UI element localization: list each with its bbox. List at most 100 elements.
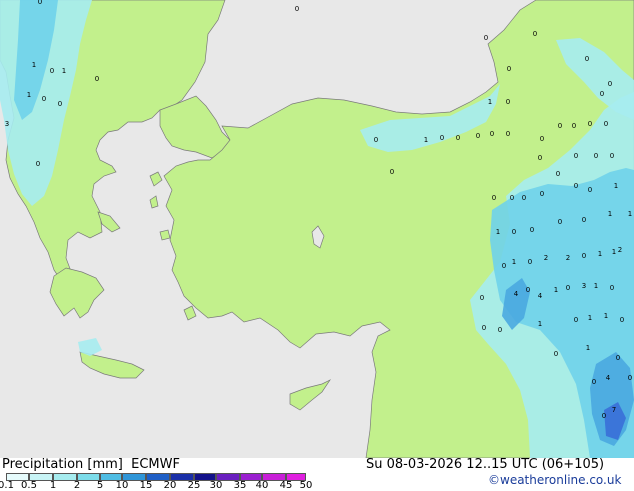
point-value: 1 [538, 320, 542, 328]
point-value: 0 [42, 95, 46, 103]
point-value: 0 [574, 316, 578, 324]
point-value: 0 [616, 354, 620, 362]
point-value: 0 [295, 5, 299, 13]
point-value: 0 [600, 90, 604, 98]
map-footer: Precipitation [mm] ECMWF Su 08-03-2026 1… [0, 457, 634, 491]
point-value: 3 [5, 120, 9, 128]
point-value: 0 [554, 350, 558, 358]
point-value: 1 [27, 91, 31, 99]
point-value: 0 [540, 190, 544, 198]
point-value: 1 [496, 228, 500, 236]
legend-label: 45 [279, 480, 293, 491]
point-value: 3 [582, 282, 586, 290]
precipitation-map: 000 010 101 030000000 0 01 00 00 0 0 00 0 0000 000 10 0… [0, 0, 634, 458]
point-value: 0 [602, 412, 606, 420]
forecast-datetime: Su 08-03-2026 12..15 UTC (06+105) [366, 457, 605, 472]
point-value: 0 [482, 324, 486, 332]
point-value: 1 [554, 286, 558, 294]
legend-label: 20 [163, 480, 177, 491]
samos-land [159, 229, 171, 241]
point-value: 0 [628, 374, 632, 382]
point-value: 0 [585, 55, 589, 63]
point-value: 0 [566, 284, 570, 292]
point-value: 0 [582, 216, 586, 224]
point-value: 0 [540, 135, 544, 143]
point-value: 4 [538, 292, 543, 300]
legend-label: 0.1 [0, 480, 14, 491]
point-value: 1 [614, 182, 618, 190]
point-value: 0 [95, 75, 99, 83]
legend-label: 30 [209, 480, 223, 491]
point-value: 0 [374, 136, 378, 144]
point-value: 2 [618, 246, 622, 254]
point-value: 0 [572, 122, 576, 130]
point-value: 0 [538, 154, 542, 162]
point-value: 0 [390, 168, 394, 176]
point-value: 1 [424, 136, 428, 144]
point-value: 0 [498, 326, 502, 334]
point-value: 0 [574, 152, 578, 160]
point-value: 0 [38, 0, 42, 6]
point-value: 1 [594, 282, 598, 290]
point-value: 0 [533, 30, 537, 38]
legend-label: 40 [255, 480, 269, 491]
point-value: 0 [592, 378, 596, 386]
point-value: 0 [526, 286, 530, 294]
point-value: 0 [476, 132, 480, 140]
point-value: 2 [544, 254, 548, 262]
point-value: 1 [588, 314, 592, 322]
point-value: 0 [610, 152, 614, 160]
legend-label: 15 [139, 480, 153, 491]
point-value: 0 [490, 130, 494, 138]
point-value: 0 [440, 134, 444, 142]
point-value: 0 [574, 182, 578, 190]
legend-label: 35 [233, 480, 247, 491]
point-value: 0 [456, 134, 460, 142]
point-value: 1 [488, 98, 492, 106]
point-value: 1 [612, 248, 616, 256]
point-value: 0 [608, 80, 612, 88]
point-value: 0 [582, 252, 586, 260]
point-value: 0 [588, 186, 592, 194]
point-value: 0 [604, 120, 608, 128]
point-value: 0 [610, 284, 614, 292]
point-value: 0 [558, 218, 562, 226]
point-value: 0 [588, 120, 592, 128]
legend-label: 50 [299, 480, 313, 491]
point-value: 2 [566, 254, 570, 262]
point-value: 0 [506, 98, 510, 106]
point-value: 4 [606, 374, 611, 382]
point-value: 1 [608, 210, 612, 218]
point-value: 0 [556, 170, 560, 178]
legend-label: 2 [73, 480, 81, 491]
point-value: 0 [36, 160, 40, 168]
point-value: 1 [628, 210, 632, 218]
credit-link[interactable]: ©weatheronline.co.uk [488, 473, 621, 487]
point-value: 1 [32, 61, 36, 69]
point-value: 1 [512, 258, 516, 266]
legend-label: 25 [187, 480, 201, 491]
legend-label: 10 [115, 480, 129, 491]
point-value: 1 [586, 344, 590, 352]
point-value: 0 [528, 258, 532, 266]
point-value: 0 [502, 262, 506, 270]
point-value: 1 [62, 67, 66, 75]
point-value: 0 [522, 194, 526, 202]
point-value: 0 [558, 122, 562, 130]
point-value: 7 [612, 406, 616, 414]
map-title: Precipitation [mm] ECMWF [2, 457, 180, 472]
point-value: 0 [492, 194, 496, 202]
point-value: 1 [604, 312, 608, 320]
legend-label: 0.5 [21, 480, 37, 491]
point-value: 0 [530, 226, 534, 234]
point-value: 0 [594, 152, 598, 160]
point-value: 0 [620, 316, 624, 324]
point-value: 1 [598, 250, 602, 258]
point-value: 0 [506, 130, 510, 138]
legend-label: 5 [96, 480, 104, 491]
point-value: 0 [484, 34, 488, 42]
point-value: 0 [50, 67, 54, 75]
legend-label: 1 [49, 480, 57, 491]
point-value: 0 [58, 100, 62, 108]
point-value: 0 [507, 65, 511, 73]
